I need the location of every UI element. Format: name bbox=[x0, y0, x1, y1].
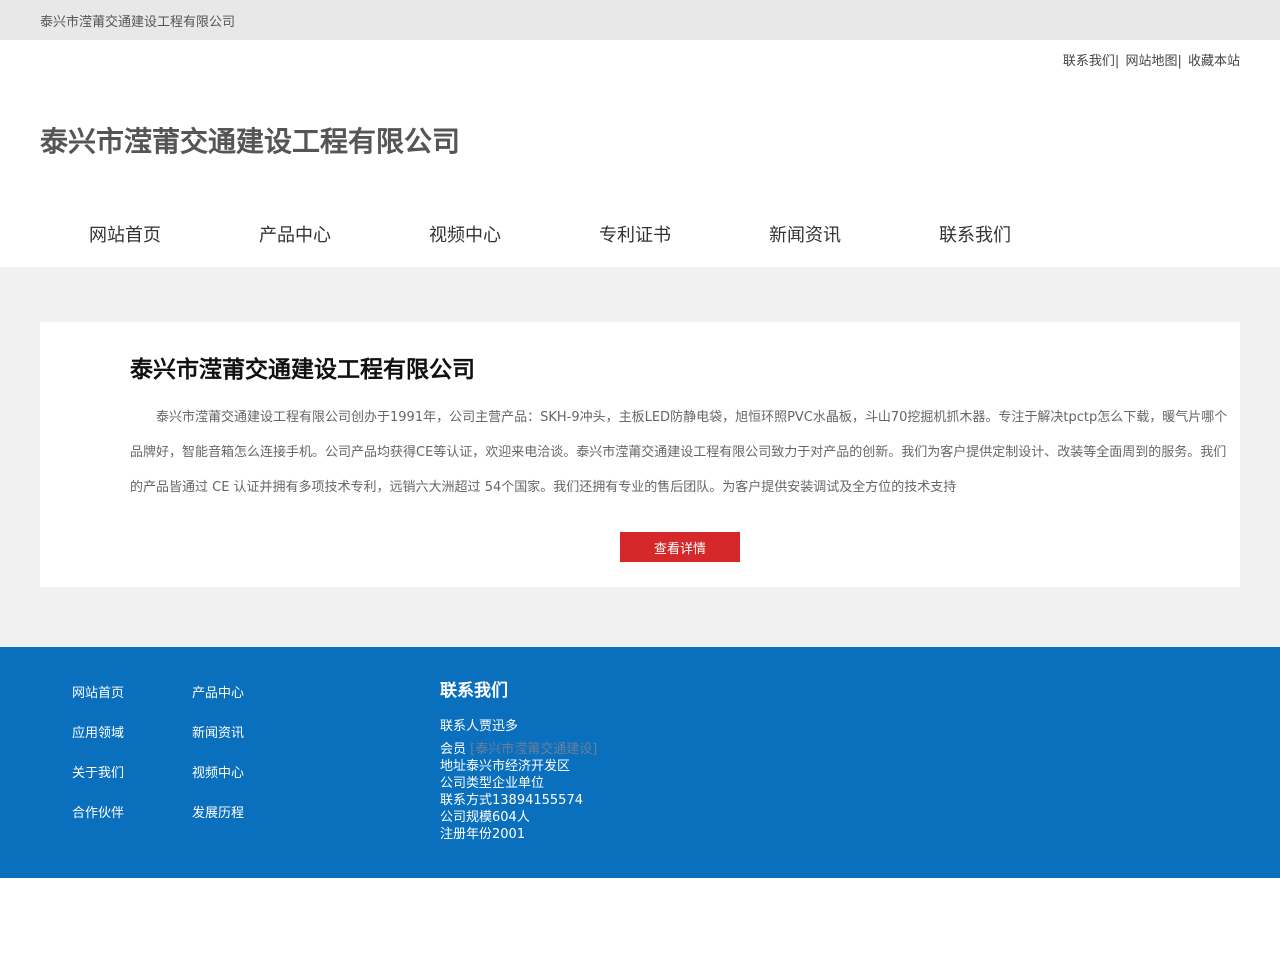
company-intro-card: 泰兴市滢莆交通建设工程有限公司 泰兴市滢莆交通建设工程有限公司创办于1991年，… bbox=[40, 322, 1240, 587]
intro-description: 泰兴市滢莆交通建设工程有限公司创办于1991年，公司主营产品：SKH-9冲头，主… bbox=[130, 410, 1228, 495]
intro-title: 泰兴市滢莆交通建设工程有限公司 bbox=[130, 357, 475, 383]
footer-contact: 联系我们 联系人贾迅多 会员 [泰兴市滢莆交通建设] 地址泰兴市经济开发区 公司… bbox=[440, 683, 597, 843]
sitemap-link[interactable]: 网站地图 bbox=[1125, 54, 1177, 69]
nav-patents[interactable]: 专利证书 bbox=[550, 221, 720, 247]
footer-link-news[interactable]: 新闻资讯 bbox=[192, 725, 312, 743]
footer-link-history[interactable]: 发展历程 bbox=[192, 805, 312, 823]
contact-phone: 联系方式13894155574 bbox=[440, 793, 583, 808]
header: 联系我们| 网站地图| 收藏本站 泰兴市滢莆交通建设工程有限公司 网站首页 产品… bbox=[0, 40, 1280, 267]
contact-address: 地址泰兴市经济开发区 bbox=[440, 759, 571, 774]
header-quick-links: 联系我们| 网站地图| 收藏本站 bbox=[1062, 54, 1240, 69]
main-nav: 网站首页 产品中心 视频中心 专利证书 新闻资讯 联系我们 bbox=[40, 215, 1060, 253]
contact-us-link[interactable]: 联系我们 bbox=[1063, 54, 1115, 69]
content-band: 泰兴市滢莆交通建设工程有限公司 泰兴市滢莆交通建设工程有限公司创办于1991年，… bbox=[0, 267, 1280, 647]
footer-link-applications[interactable]: 应用领域 bbox=[72, 725, 192, 743]
contact-scale: 公司规模604人 bbox=[440, 810, 530, 825]
contact-person: 联系人贾迅多 bbox=[440, 719, 519, 734]
top-bar: 泰兴市滢莆交通建设工程有限公司 bbox=[0, 0, 1280, 40]
site-title[interactable]: 泰兴市滢莆交通建设工程有限公司 bbox=[40, 120, 460, 160]
view-details-button[interactable]: 查看详情 bbox=[620, 532, 740, 562]
nav-videos[interactable]: 视频中心 bbox=[380, 221, 550, 247]
member-label: 会员 bbox=[440, 742, 467, 757]
footer-link-videos[interactable]: 视频中心 bbox=[192, 765, 312, 783]
nav-contact[interactable]: 联系我们 bbox=[890, 221, 1060, 247]
top-bar-company-name: 泰兴市滢莆交通建设工程有限公司 bbox=[40, 14, 236, 30]
footer: 网站首页 产品中心 应用领域 新闻资讯 关于我们 视频中心 合作伙伴 发展历程 … bbox=[0, 647, 1280, 878]
footer-link-home[interactable]: 网站首页 bbox=[72, 685, 192, 703]
footer-link-about[interactable]: 关于我们 bbox=[72, 765, 192, 783]
footer-link-partners[interactable]: 合作伙伴 bbox=[72, 805, 192, 823]
nav-home[interactable]: 网站首页 bbox=[40, 221, 210, 247]
bookmark-link[interactable]: 收藏本站 bbox=[1188, 54, 1240, 69]
contact-founded: 注册年份2001 bbox=[440, 827, 526, 842]
nav-news[interactable]: 新闻资讯 bbox=[720, 221, 890, 247]
footer-links: 网站首页 产品中心 应用领域 新闻资讯 关于我们 视频中心 合作伙伴 发展历程 bbox=[72, 685, 312, 823]
contact-heading: 联系我们 bbox=[440, 681, 508, 701]
footer-link-products[interactable]: 产品中心 bbox=[192, 685, 312, 703]
nav-products[interactable]: 产品中心 bbox=[210, 221, 380, 247]
contact-company-type: 公司类型企业单位 bbox=[440, 776, 545, 791]
contact-member: 会员 [泰兴市滢莆交通建设] bbox=[440, 741, 597, 758]
member-value: [泰兴市滢莆交通建设] bbox=[470, 742, 598, 757]
